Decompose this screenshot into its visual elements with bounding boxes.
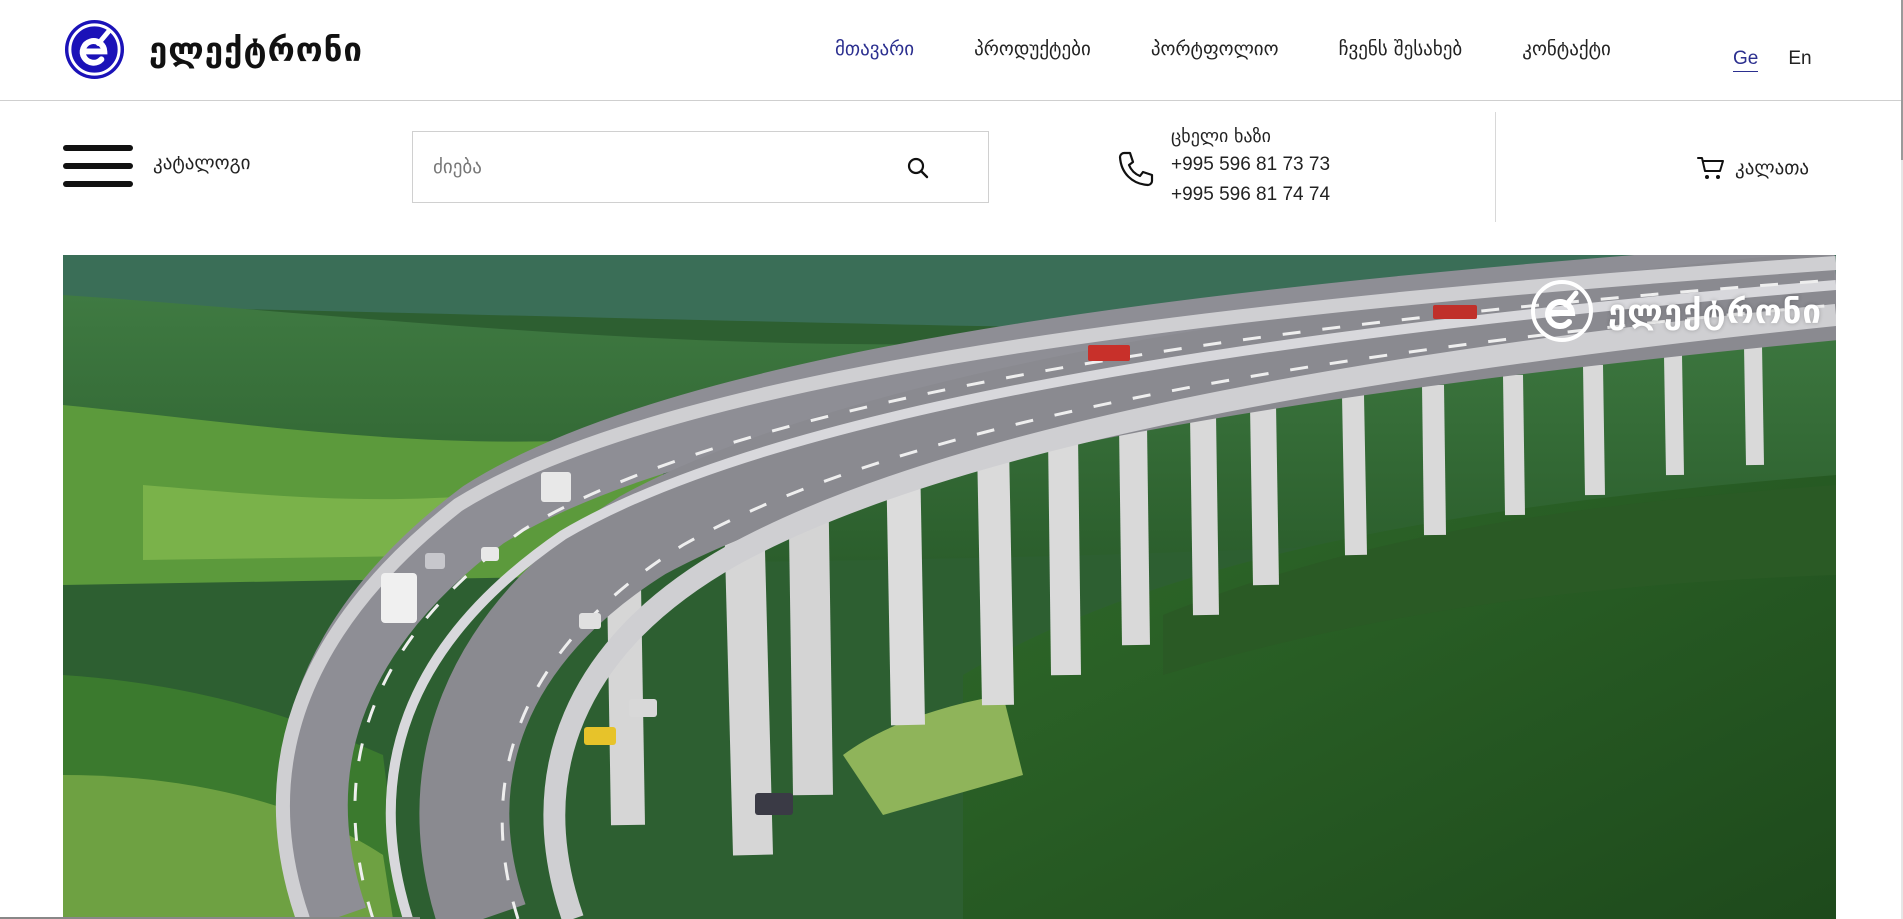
hamburger-icon [63,143,133,189]
logo-icon [1530,280,1593,342]
nav-item-home[interactable]: მთავარი [835,38,914,60]
language-en[interactable]: En [1788,48,1811,72]
hotline: ცხელი ხაზი +995 596 81 73 73 +995 596 81… [1115,124,1330,210]
cart-icon [1697,157,1724,179]
cart-button[interactable]: კალათა [1697,155,1809,181]
site-logo[interactable]: ელექტრონი [63,18,363,80]
catalog-label: კატალოგი [153,152,251,174]
hotline-phone-1[interactable]: +995 596 81 73 73 [1171,150,1330,180]
hero-image [63,255,1836,919]
nav-item-portfolio[interactable]: პორტფოლიო [1151,38,1279,60]
language-ge[interactable]: Ge [1733,48,1759,72]
catalog-button[interactable]: კატალოგი [63,143,250,189]
logo-icon [64,19,125,79]
top-header: ელექტრონი მთავარი პროდუქტები პორტფოლიო ჩ… [0,0,1903,101]
hotline-phone-2[interactable]: +995 596 81 74 74 [1171,180,1330,210]
main-nav: მთავარი პროდუქტები პორტფოლიო ჩვენს შესახ… [835,38,1671,60]
search-input[interactable] [433,132,893,202]
logo-text: ელექტრონი [149,29,364,69]
phone-icon [1118,151,1154,187]
hero-watermark-text: ელექტრონი [1607,291,1822,331]
nav-item-contact[interactable]: კონტაქტი [1522,38,1611,60]
search-icon[interactable] [906,156,930,180]
nav-item-products[interactable]: პროდუქტები [974,38,1091,60]
nav-item-about[interactable]: ჩვენს შესახებ [1339,38,1463,60]
hero-watermark-logo: ელექტრონი [1530,279,1822,343]
divider [1495,112,1496,222]
hero-banner: ელექტრონი [63,255,1836,919]
cart-label: კალათა [1735,157,1810,179]
hotline-title: ცხელი ხაზი [1171,126,1271,147]
language-switcher: Ge En [1733,48,1842,72]
search-box [412,131,989,203]
